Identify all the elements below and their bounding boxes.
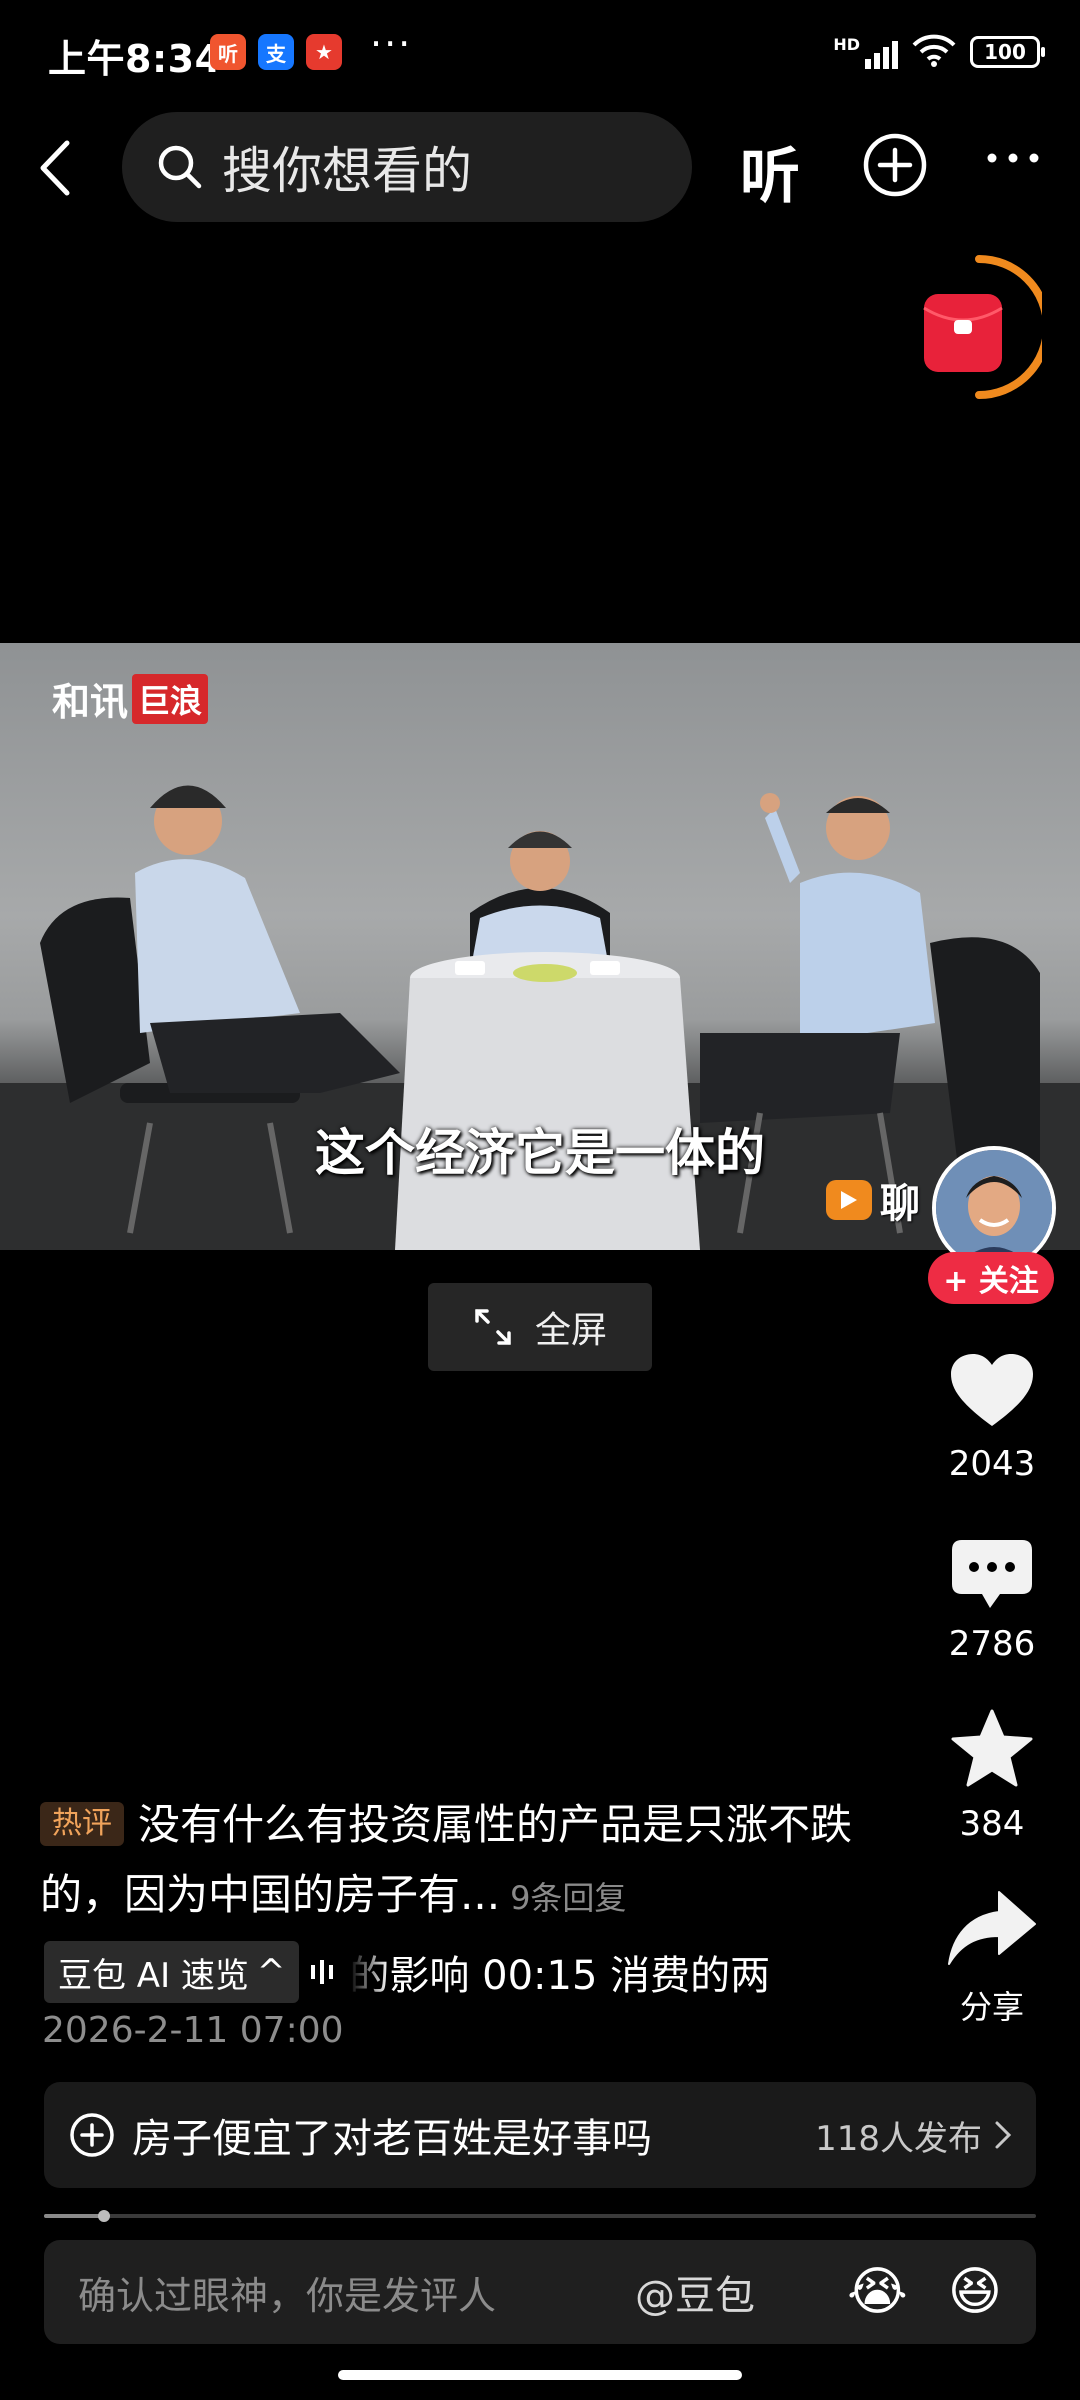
plus-circle-icon	[863, 133, 927, 197]
video-logo: 和讯 巨浪	[52, 671, 209, 726]
mention-doubao-button[interactable]: @豆包	[635, 2263, 755, 2321]
signal-icon: HD	[833, 35, 898, 69]
watermark-text: 聊	[880, 1181, 920, 1227]
status-more-dots: ···	[370, 22, 413, 66]
ai-summary-label: 豆包 AI 速览	[58, 1955, 249, 1996]
plus-circle-icon	[70, 2113, 114, 2157]
topic-bar[interactable]: 房子便宜了对老百姓是好事吗 118人发布	[44, 2082, 1036, 2188]
home-indicator[interactable]	[338, 2370, 742, 2380]
post-date: 2026-2-11 07:00	[42, 2010, 344, 2051]
hot-comment-badge: 热评	[40, 1802, 124, 1846]
comment-placeholder: 确认过眼神，你是发评人	[78, 2273, 497, 2318]
video-watermark: 聊	[826, 1171, 920, 1229]
red-app-icon: ★	[306, 34, 342, 70]
red-packet-timer[interactable]	[916, 252, 1051, 402]
progress-fill	[44, 2214, 104, 2218]
video-progress-bar[interactable]	[44, 2210, 1036, 2222]
status-time: 上午8:34	[48, 37, 222, 81]
avatar-image	[936, 1150, 1052, 1266]
listen-app-icon: 听	[210, 34, 246, 70]
wifi-icon	[912, 33, 956, 71]
like-count: 2043	[948, 1444, 1036, 1484]
reply-count[interactable]: 9条回复	[510, 1879, 626, 1917]
laughing-emoji-button[interactable]: 😆	[948, 2262, 1002, 2322]
share-button[interactable]: 分享	[930, 1888, 1054, 2028]
play-badge-icon	[826, 1180, 872, 1220]
hot-comment-text: 没有什么有投资属性的产品是只涨不跌的，因为中国的房子有...	[40, 1800, 853, 1919]
chevron-left-icon	[40, 140, 70, 196]
ai-summary-row: 豆包 AI 速览 ^ 的影响 00:15 消费的两	[44, 1940, 874, 2004]
audio-wave-icon	[311, 1960, 334, 1984]
progress-handle[interactable]	[97, 2210, 110, 2222]
logo-julang: 巨浪	[132, 673, 209, 724]
status-bar: 上午8:34 听 支 ★ ··· HD 100	[0, 0, 1080, 100]
chevron-right-icon	[995, 2121, 1012, 2149]
search-input[interactable]: 搜你想看的	[122, 112, 692, 222]
star-icon	[951, 1709, 1033, 1787]
crying-emoji-button[interactable]: 😭	[847, 2262, 908, 2322]
more-button[interactable]	[985, 150, 1041, 169]
share-arrow-icon	[948, 1891, 1036, 1965]
ai-summary-text: 的影响 00:15 消费的两	[349, 1953, 771, 1999]
search-placeholder: 搜你想看的	[222, 142, 472, 200]
hot-comment[interactable]: 热评 没有什么有投资属性的产品是只涨不跌的，因为中国的房子有... 9条回复	[40, 1790, 870, 1933]
chevron-up-icon: ^	[256, 1952, 286, 1992]
comment-input[interactable]: 确认过眼神，你是发评人 @豆包 😭 😆	[44, 2240, 1036, 2344]
comment-bubble-icon	[952, 1540, 1032, 1608]
more-dots-icon	[987, 153, 1039, 163]
like-button[interactable]: 2043	[930, 1352, 1054, 1484]
follow-button[interactable]: + 关注	[928, 1252, 1054, 1304]
fullscreen-button[interactable]: 全屏	[428, 1283, 652, 1371]
search-icon	[158, 145, 202, 189]
topic-text: 房子便宜了对老百姓是好事吗	[132, 2116, 652, 2162]
listen-button[interactable]: 听	[740, 128, 800, 215]
comment-button[interactable]: 2786	[930, 1538, 1054, 1664]
favorite-button[interactable]: 384	[930, 1708, 1054, 1844]
heart-icon	[951, 1354, 1033, 1426]
hd-label: HD	[833, 35, 860, 54]
add-button[interactable]	[862, 132, 928, 202]
alipay-icon: 支	[258, 34, 294, 70]
expand-icon	[475, 1309, 511, 1345]
share-label: 分享	[959, 1988, 1024, 2026]
battery-icon: 100	[970, 36, 1045, 68]
fullscreen-label: 全屏	[534, 1310, 607, 1351]
topic-count: 118人发布	[815, 2118, 982, 2159]
favorite-count: 384	[959, 1804, 1025, 1844]
status-indicators: HD 100	[833, 32, 1045, 72]
red-packet-icon	[923, 255, 1051, 399]
logo-hexun: 和讯	[52, 679, 129, 724]
back-button[interactable]	[24, 128, 84, 208]
comment-count: 2786	[948, 1624, 1036, 1664]
ai-summary-chip[interactable]: 豆包 AI 速览 ^	[44, 1941, 300, 2003]
video-player[interactable]: 和讯 巨浪 这个经济它是一体的 聊	[0, 643, 1080, 1250]
